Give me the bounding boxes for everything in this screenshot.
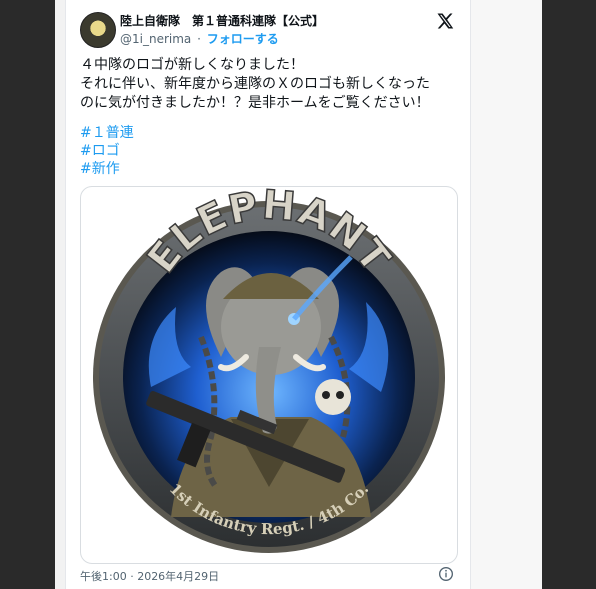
- hashtag-list: #１普連 #ロゴ #新作: [80, 124, 134, 178]
- handle[interactable]: @1i_nerima: [120, 32, 191, 46]
- x-logo-icon[interactable]: [436, 12, 454, 30]
- media-image[interactable]: ELEPHANT 1st Infantry Regt. / 4th Co.: [80, 186, 458, 564]
- handle-row: @1i_nerima · フォローする: [120, 30, 279, 47]
- tweet-line: それに伴い、新年度から連隊のＸのロゴも新しくなった: [80, 76, 430, 92]
- tweet-text: ４中隊のロゴが新しくなりました！ それに伴い、新年度から連隊のＸのロゴも新しくな…: [80, 56, 460, 113]
- hashtag-link[interactable]: #ロゴ: [80, 142, 134, 160]
- separator-dot: ·: [197, 32, 201, 46]
- background-right-panel: [542, 0, 596, 589]
- tweet-line: ４中隊のロゴが新しくなりました！: [80, 57, 304, 73]
- tweet-line: のに気が付きましたか！？是非ホームをご覧ください！: [80, 95, 430, 111]
- skull-eye-left: [322, 391, 330, 399]
- skull-eye-right: [336, 391, 344, 399]
- background-left-panel: [0, 0, 55, 589]
- info-icon[interactable]: [438, 566, 454, 582]
- background-left-strip: [55, 0, 65, 589]
- tweet-card: 陸上自衛隊 第１普通科連隊【公式】 @1i_nerima · フォローする ４中…: [65, 0, 471, 589]
- hashtag-link[interactable]: #１普連: [80, 124, 134, 142]
- skull-emblem: [315, 379, 351, 415]
- avatar[interactable]: [80, 12, 116, 48]
- background-right-strip: [470, 0, 542, 589]
- hashtag-link[interactable]: #新作: [80, 160, 134, 178]
- elephant-emblem-image: ELEPHANT 1st Infantry Regt. / 4th Co.: [93, 187, 445, 553]
- follow-button[interactable]: フォローする: [207, 32, 279, 46]
- tweet-timestamp[interactable]: 午後1:00 · 2026年4月29日: [80, 568, 219, 584]
- display-name[interactable]: 陸上自衛隊 第１普通科連隊【公式】: [120, 12, 324, 29]
